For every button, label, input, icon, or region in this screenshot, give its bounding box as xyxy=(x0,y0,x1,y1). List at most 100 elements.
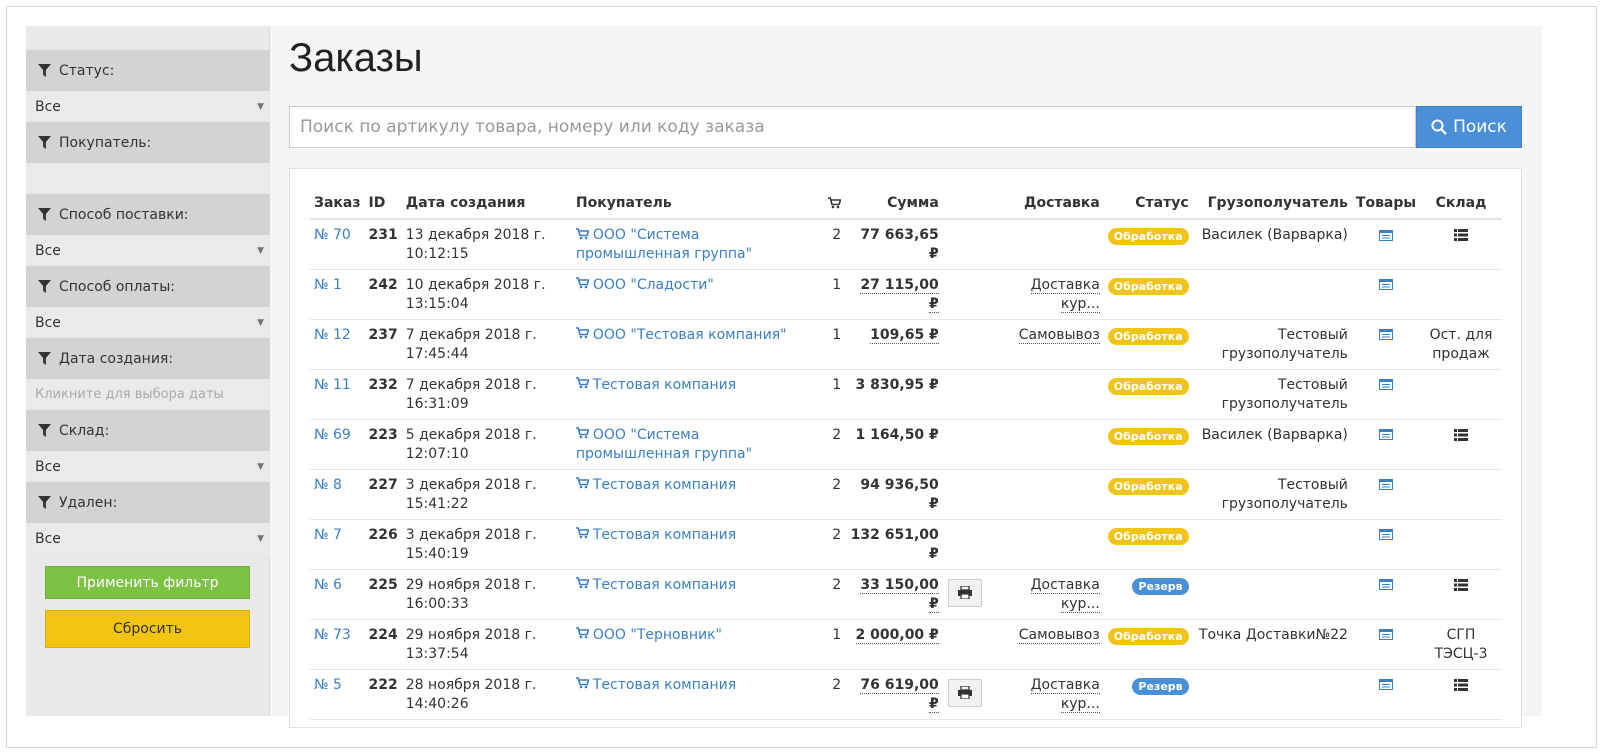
delivery-method[interactable]: Самовывоз xyxy=(1018,626,1100,644)
goods-list-icon[interactable] xyxy=(1378,629,1393,640)
page-title: Заказы xyxy=(289,36,423,80)
order-sum[interactable]: 109,65 ₽ xyxy=(870,326,939,344)
buyer-link[interactable]: Тестовая компания xyxy=(575,527,736,543)
order-sum[interactable]: 2 000,00 ₽ xyxy=(855,626,939,644)
table-row: № 8 227 3 декабря 2018 г. 15:41:22 Тестовая … xyxy=(310,469,1502,520)
col-date[interactable]: Дата создания xyxy=(401,187,572,220)
delivery-method[interactable]: Доставка кур... xyxy=(1030,676,1100,713)
order-link[interactable]: № 1 xyxy=(314,277,342,293)
print-cell xyxy=(942,519,988,570)
reset-filter-button[interactable]: Сбросить xyxy=(45,610,250,648)
buyer-link[interactable]: Тестовая компания xyxy=(575,477,736,493)
filter-label: Дата создания: xyxy=(59,350,174,367)
col-id[interactable]: ID xyxy=(364,187,402,220)
goods-cell xyxy=(1351,419,1421,470)
order-cell: № 69 xyxy=(310,419,365,470)
order-cell: № 8 xyxy=(310,469,365,520)
order-link[interactable]: № 11 xyxy=(314,377,351,393)
filter-select[interactable]: Все ▼ xyxy=(26,91,270,122)
print-button[interactable] xyxy=(948,678,983,707)
buyer-input[interactable] xyxy=(26,163,270,194)
warehouse-list-icon[interactable] xyxy=(1454,578,1469,591)
buyer-link[interactable]: Тестовая компания xyxy=(575,377,736,393)
buyer-name: Тестовая компания xyxy=(592,576,737,593)
status-cell: Обработка xyxy=(1103,419,1193,470)
order-link[interactable]: № 6 xyxy=(314,577,342,593)
search-input[interactable] xyxy=(289,106,1416,148)
sum-cell: 132 651,00 ₽ xyxy=(845,519,943,570)
buyer-link[interactable]: ООО "Сладости" xyxy=(575,277,714,293)
sum-cell: 33 150,00 ₽ xyxy=(845,569,943,620)
warehouse-list-icon[interactable] xyxy=(1454,678,1469,691)
col-sum[interactable]: Сумма xyxy=(845,187,943,220)
filter-select[interactable]: Все ▼ xyxy=(26,235,270,266)
search-button[interactable]: Поиск xyxy=(1416,106,1522,148)
col-order[interactable]: Заказ xyxy=(310,187,365,220)
qty-cell: 2 xyxy=(821,469,846,520)
filter-select[interactable]: Все ▼ xyxy=(26,523,270,554)
buyer-link[interactable]: Тестовая компания xyxy=(575,677,736,693)
col-warehouse[interactable]: Склад xyxy=(1420,187,1502,220)
status-badge: Обработка xyxy=(1107,327,1189,345)
goods-list-icon[interactable] xyxy=(1378,479,1393,490)
status-cell: Обработка xyxy=(1103,269,1193,320)
order-link[interactable]: № 8 xyxy=(314,477,342,493)
order-link[interactable]: № 69 xyxy=(314,427,351,443)
cart-icon xyxy=(575,527,589,539)
order-link[interactable]: № 7 xyxy=(314,527,342,543)
col-print xyxy=(942,187,988,220)
buyer-link[interactable]: ООО "Терновник" xyxy=(575,627,722,643)
order-link[interactable]: № 73 xyxy=(314,627,351,643)
order-date: 13 декабря 2018 г. xyxy=(405,227,546,243)
goods-list-icon[interactable] xyxy=(1378,429,1393,440)
filter-icon xyxy=(38,136,51,149)
filter-header: Дата создания: xyxy=(26,338,270,379)
filter-select-value: Все xyxy=(35,242,61,259)
goods-list-icon[interactable] xyxy=(1378,379,1393,390)
date-picker-field[interactable]: Кликните для выбора даты xyxy=(26,379,270,410)
cart-icon xyxy=(575,277,589,289)
order-cell: № 12 xyxy=(310,319,365,370)
col-status[interactable]: Статус xyxy=(1103,187,1193,220)
filter-sidebar: Статус: Все ▼ Покупатель: Способ поставки: Вс… xyxy=(26,26,270,716)
order-sum[interactable]: 27 115,00 ₽ xyxy=(860,276,939,313)
order-link[interactable]: № 12 xyxy=(314,327,351,343)
col-consignee[interactable]: Грузополучатель xyxy=(1192,187,1352,220)
print-button[interactable] xyxy=(948,578,983,607)
order-cell: № 70 xyxy=(310,219,365,270)
buyer-link[interactable]: ООО "Тестовая компания" xyxy=(575,327,787,343)
status-badge: Обработка xyxy=(1107,627,1189,645)
cart-icon xyxy=(575,327,589,339)
goods-list-icon[interactable] xyxy=(1378,529,1393,540)
col-buyer[interactable]: Покупатель xyxy=(571,187,822,220)
filter-select[interactable]: Все ▼ xyxy=(26,451,270,482)
goods-list-icon[interactable] xyxy=(1378,279,1393,290)
delivery-method[interactable]: Доставка кур... xyxy=(1030,576,1100,613)
warehouse-list-icon[interactable] xyxy=(1454,229,1469,241)
order-sum[interactable]: 76 619,00 ₽ xyxy=(860,676,939,713)
goods-list-icon[interactable] xyxy=(1378,329,1393,340)
order-sum: 77 663,65 ₽ xyxy=(860,227,939,262)
filter-select[interactable]: Все ▼ xyxy=(26,307,270,338)
col-delivery[interactable]: Доставка xyxy=(987,187,1104,220)
apply-filter-button[interactable]: Применить фильтр xyxy=(45,566,250,599)
col-qty[interactable] xyxy=(821,187,846,220)
buyer-link[interactable]: ООО "Система промышленная группа" xyxy=(575,227,752,262)
consignee-cell: Василек (Варварка) xyxy=(1192,219,1352,270)
col-goods[interactable]: Товары xyxy=(1351,187,1421,220)
goods-list-icon[interactable] xyxy=(1378,579,1393,590)
goods-list-icon[interactable] xyxy=(1378,229,1393,241)
order-link[interactable]: № 70 xyxy=(314,227,351,243)
delivery-method[interactable]: Доставка кур... xyxy=(1030,276,1100,313)
order-link[interactable]: № 5 xyxy=(314,677,342,693)
order-date: 3 декабря 2018 г. xyxy=(405,526,537,543)
buyer-link[interactable]: Тестовая компания xyxy=(575,576,737,593)
order-date: 29 ноября 2018 г. xyxy=(405,576,537,593)
date-cell: 13 декабря 2018 г. 10:12:15 xyxy=(401,219,572,270)
buyer-link[interactable]: ООО "Система промышленная группа" xyxy=(575,427,752,462)
warehouse-list-icon[interactable] xyxy=(1454,428,1469,441)
order-sum[interactable]: 33 150,00 ₽ xyxy=(860,576,939,613)
delivery-method[interactable]: Самовывоз xyxy=(1018,326,1100,344)
goods-list-icon[interactable] xyxy=(1378,679,1393,690)
sum-cell: 1 164,50 ₽ xyxy=(845,419,943,470)
